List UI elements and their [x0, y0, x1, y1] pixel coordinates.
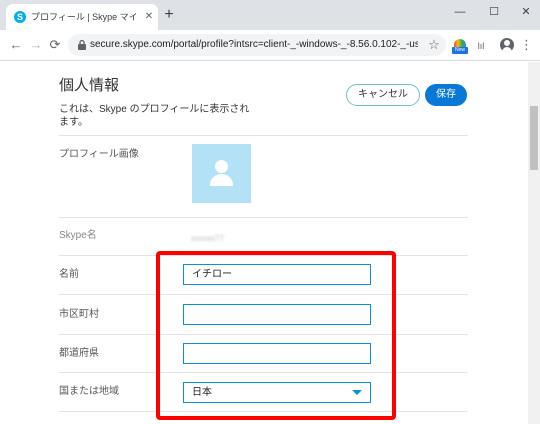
forward-button[interactable]: → [28, 37, 44, 53]
extension-badge: New [452, 47, 468, 54]
save-button[interactable]: 保存 [425, 84, 467, 106]
reload-button[interactable]: ⟳ [47, 37, 63, 53]
vertical-scrollbar[interactable] [528, 62, 540, 424]
scrollbar-thumb[interactable] [530, 106, 538, 170]
new-extension-icon[interactable]: New [452, 38, 468, 54]
extension-logo [454, 39, 466, 47]
star-icon[interactable]: ☆ [426, 37, 442, 53]
page-description: これは、Skype のプロフィールに表示されます。 [59, 104, 250, 128]
page-title: 個人情報 [59, 77, 120, 94]
divider [59, 217, 468, 218]
skype-name-label: Skype名 [59, 230, 97, 241]
browser-toolbar: ← → ⟳ secure.skype.com/portal/profile?in… [0, 30, 540, 61]
profile-icon[interactable] [500, 38, 514, 52]
avatar[interactable] [192, 144, 251, 203]
browser-tabstrip: S プロフィール | Skype マイアカウント ✕ + — ☐ ✕ [0, 0, 540, 30]
new-tab-button[interactable]: + [160, 6, 178, 24]
tab-title: プロフィール | Skype マイアカウント [31, 12, 136, 22]
extension-bars-icon[interactable]: lıl [474, 38, 488, 54]
back-button[interactable]: ← [8, 37, 24, 53]
avatar-label: プロフィール画像 [59, 149, 139, 160]
browser-tab-active[interactable]: S プロフィール | Skype マイアカウント ✕ [6, 4, 158, 30]
default-avatar-icon [215, 160, 228, 173]
url-text: secure.skype.com/portal/profile?intsrc=c… [90, 39, 418, 50]
maximize-button[interactable]: ☐ [482, 3, 506, 21]
minimize-button[interactable]: — [448, 3, 472, 21]
skype-favicon-icon: S [14, 11, 26, 23]
country-label: 国または地域 [59, 386, 119, 397]
highlight-annotation [156, 251, 396, 420]
skype-name-value: xxxxxx77 [191, 234, 224, 243]
close-window-button[interactable]: ✕ [514, 3, 538, 21]
lock-icon [78, 39, 86, 50]
prefecture-label: 都道府県 [59, 348, 99, 359]
city-label: 市区町村 [59, 309, 99, 320]
default-avatar-body [210, 174, 233, 186]
more-icon[interactable]: ⋮ [520, 37, 533, 53]
name-label: 名前 [59, 269, 79, 280]
page-content: 個人情報 これは、Skype のプロフィールに表示されます。 キャンセル 保存 … [0, 62, 528, 424]
address-bar[interactable]: secure.skype.com/portal/profile?intsrc=c… [68, 34, 446, 56]
tab-close-icon[interactable]: ✕ [143, 10, 155, 24]
divider [59, 135, 468, 136]
cancel-button[interactable]: キャンセル [346, 84, 420, 106]
